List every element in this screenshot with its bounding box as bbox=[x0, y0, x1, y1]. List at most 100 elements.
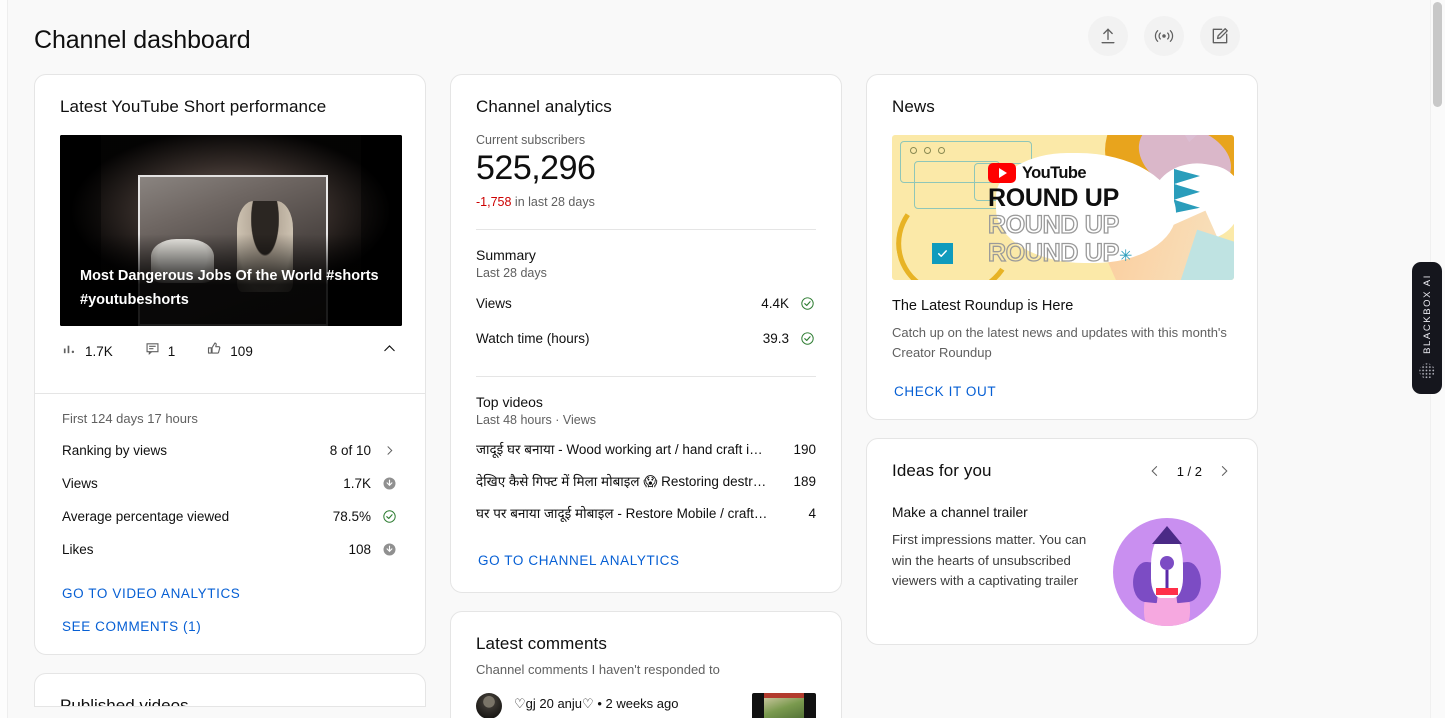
column-left: Latest YouTube Short performance Most Da… bbox=[34, 74, 426, 707]
top-video-row[interactable]: घर पर बनाया जादूई मोबाइल - Restore Mobil… bbox=[476, 497, 816, 529]
top-video-row[interactable]: देखिए कैसे गिफ्ट में मिला मोबाइल 😱 Resto… bbox=[476, 465, 816, 497]
summary-value: 4.4K bbox=[761, 296, 789, 311]
comment-meta: ♡gj 20 anju♡ • 2 weeks ago bbox=[514, 693, 740, 712]
latest-comments-subtitle: Channel comments I haven't responded to bbox=[476, 662, 816, 677]
metric-value: 78.5% bbox=[333, 509, 371, 524]
card-title-channel-analytics: Channel analytics bbox=[476, 97, 816, 117]
youtube-play-icon bbox=[988, 163, 1016, 183]
blackbox-ai-label: BLACKBOX AI bbox=[1422, 274, 1433, 354]
top-video-title: जादूई घर बनाया - Wood working art / hand… bbox=[476, 440, 782, 458]
dashboard-board: Latest YouTube Short performance Most Da… bbox=[8, 74, 1430, 718]
top-video-title: घर पर बनाया जादूई मोबाइल - Restore Mobil… bbox=[476, 504, 782, 522]
blackbox-dots-logo bbox=[1418, 362, 1436, 380]
stat-views-value: 1.7K bbox=[85, 344, 113, 359]
card-title-news: News bbox=[892, 97, 1232, 117]
banner-text-block: YouTube ROUND UP ROUND UP ROUND UP✳ bbox=[988, 163, 1220, 266]
ideas-pager: 1 / 2 bbox=[1147, 463, 1232, 479]
card-title-published: Published videos bbox=[60, 696, 189, 707]
bar-chart-icon bbox=[62, 341, 77, 361]
stat-views: 1.7K bbox=[62, 341, 113, 361]
chevron-up-icon[interactable] bbox=[381, 340, 398, 362]
stat-likes: 109 bbox=[207, 341, 253, 361]
short-stats-row: 1.7K 1 bbox=[60, 326, 400, 375]
left-nav-rail bbox=[0, 0, 8, 718]
thumbs-up-icon bbox=[207, 341, 222, 361]
go-to-channel-analytics-link[interactable]: GO TO CHANNEL ANALYTICS bbox=[476, 529, 816, 568]
metric-value: 8 of 10 bbox=[330, 443, 371, 458]
subscriber-delta-suffix: in last 28 days bbox=[511, 195, 594, 209]
blackbox-ai-side-tab[interactable]: BLACKBOX AI bbox=[1412, 262, 1442, 394]
comment-time: 2 weeks ago bbox=[605, 696, 678, 711]
summary-period: Last 28 days bbox=[476, 266, 816, 280]
top-video-row[interactable]: जादूई घर बनाया - Wood working art / hand… bbox=[476, 433, 816, 465]
metric-label: Average percentage viewed bbox=[62, 509, 333, 524]
card-divider bbox=[476, 376, 816, 377]
metric-row: Likes 108 bbox=[60, 533, 400, 566]
rocket-window bbox=[1160, 556, 1174, 570]
youtube-wordmark: YouTube bbox=[1022, 164, 1086, 183]
ideas-for-you-card: Ideas for you 1 / 2 Make a channel trail… bbox=[866, 438, 1258, 645]
page-title: Channel dashboard bbox=[34, 26, 251, 55]
check-circle-icon bbox=[799, 330, 816, 347]
create-post-button[interactable] bbox=[1200, 16, 1240, 56]
rocket-illustration bbox=[1113, 518, 1221, 626]
go-to-video-analytics-link[interactable]: GO TO VIDEO ANALYTICS bbox=[60, 566, 400, 601]
stat-comments: 1 bbox=[145, 341, 176, 361]
current-subscribers-label: Current subscribers bbox=[476, 133, 816, 147]
summary-label: Watch time (hours) bbox=[476, 331, 763, 346]
summary-value: 39.3 bbox=[763, 331, 789, 346]
top-video-views: 189 bbox=[782, 474, 816, 489]
metric-row: Views 1.7K bbox=[60, 467, 400, 500]
subscriber-delta-value: -1,758 bbox=[476, 195, 511, 209]
metric-row[interactable]: Ranking by views 8 of 10 bbox=[60, 434, 400, 467]
chevron-right-icon[interactable] bbox=[381, 442, 398, 459]
top-video-views: 4 bbox=[782, 506, 816, 521]
youtube-logo: YouTube bbox=[988, 163, 1220, 183]
banner-window-dots bbox=[910, 147, 945, 154]
banner-headline-outline-2: ROUND UP✳ bbox=[988, 240, 1220, 266]
comment-separator: • bbox=[594, 696, 606, 711]
comment-row[interactable]: ♡gj 20 anju♡ • 2 weeks ago bbox=[476, 693, 816, 718]
metric-label: Ranking by views bbox=[62, 443, 330, 458]
live-broadcast-icon bbox=[1153, 26, 1175, 46]
news-banner-image[interactable]: YouTube ROUND UP ROUND UP ROUND UP✳ bbox=[892, 135, 1234, 280]
news-card: News bbox=[866, 74, 1258, 420]
news-body: Catch up on the latest news and updates … bbox=[892, 323, 1232, 363]
summary-title: Summary bbox=[476, 247, 816, 263]
go-live-button[interactable] bbox=[1144, 16, 1184, 56]
banner-check-box-icon bbox=[932, 243, 953, 264]
check-it-out-link[interactable]: CHECK IT OUT bbox=[892, 363, 1232, 399]
check-circle-icon bbox=[799, 295, 816, 312]
comment-author: ♡gj 20 anju♡ bbox=[514, 696, 594, 711]
column-right: News bbox=[866, 74, 1258, 663]
banner-headline-solid: ROUND UP bbox=[988, 185, 1220, 211]
ideas-page-counter: 1 / 2 bbox=[1177, 464, 1202, 479]
comment-video-thumbnail[interactable] bbox=[752, 693, 816, 718]
metric-value: 1.7K bbox=[343, 476, 371, 491]
rocket-base bbox=[1156, 588, 1178, 595]
published-videos-card: Published videos bbox=[34, 673, 426, 707]
upload-icon bbox=[1098, 26, 1118, 46]
edit-pencil-icon bbox=[1210, 26, 1230, 46]
top-video-views: 190 bbox=[782, 442, 816, 457]
rocket-nose-cone bbox=[1152, 526, 1182, 544]
top-video-title: देखिए कैसे गिफ्ट में मिला मोबाइल 😱 Resto… bbox=[476, 472, 782, 490]
short-video-thumbnail[interactable]: Most Dangerous Jobs Of the World #shorts… bbox=[60, 135, 402, 326]
banner-star-icon: ✳ bbox=[1119, 248, 1132, 265]
ideas-header: Ideas for you 1 / 2 bbox=[892, 461, 1232, 481]
chevron-right-icon[interactable] bbox=[1216, 463, 1232, 479]
see-comments-link[interactable]: SEE COMMENTS (1) bbox=[60, 601, 400, 634]
scrollbar-thumb[interactable] bbox=[1433, 2, 1442, 107]
metric-label: Likes bbox=[62, 542, 348, 557]
chevron-left-icon[interactable] bbox=[1147, 463, 1163, 479]
news-headline: The Latest Roundup is Here bbox=[892, 298, 1232, 314]
metric-label: Views bbox=[62, 476, 343, 491]
channel-analytics-card: Channel analytics Current subscribers 52… bbox=[450, 74, 842, 593]
card-divider bbox=[476, 229, 816, 230]
stat-likes-value: 109 bbox=[230, 344, 253, 359]
subscriber-count: 525,296 bbox=[476, 150, 816, 187]
stat-comments-value: 1 bbox=[168, 344, 176, 359]
upload-video-button[interactable] bbox=[1088, 16, 1128, 56]
short-period-label: First 124 days 17 hours bbox=[60, 394, 400, 434]
summary-label: Views bbox=[476, 296, 761, 311]
